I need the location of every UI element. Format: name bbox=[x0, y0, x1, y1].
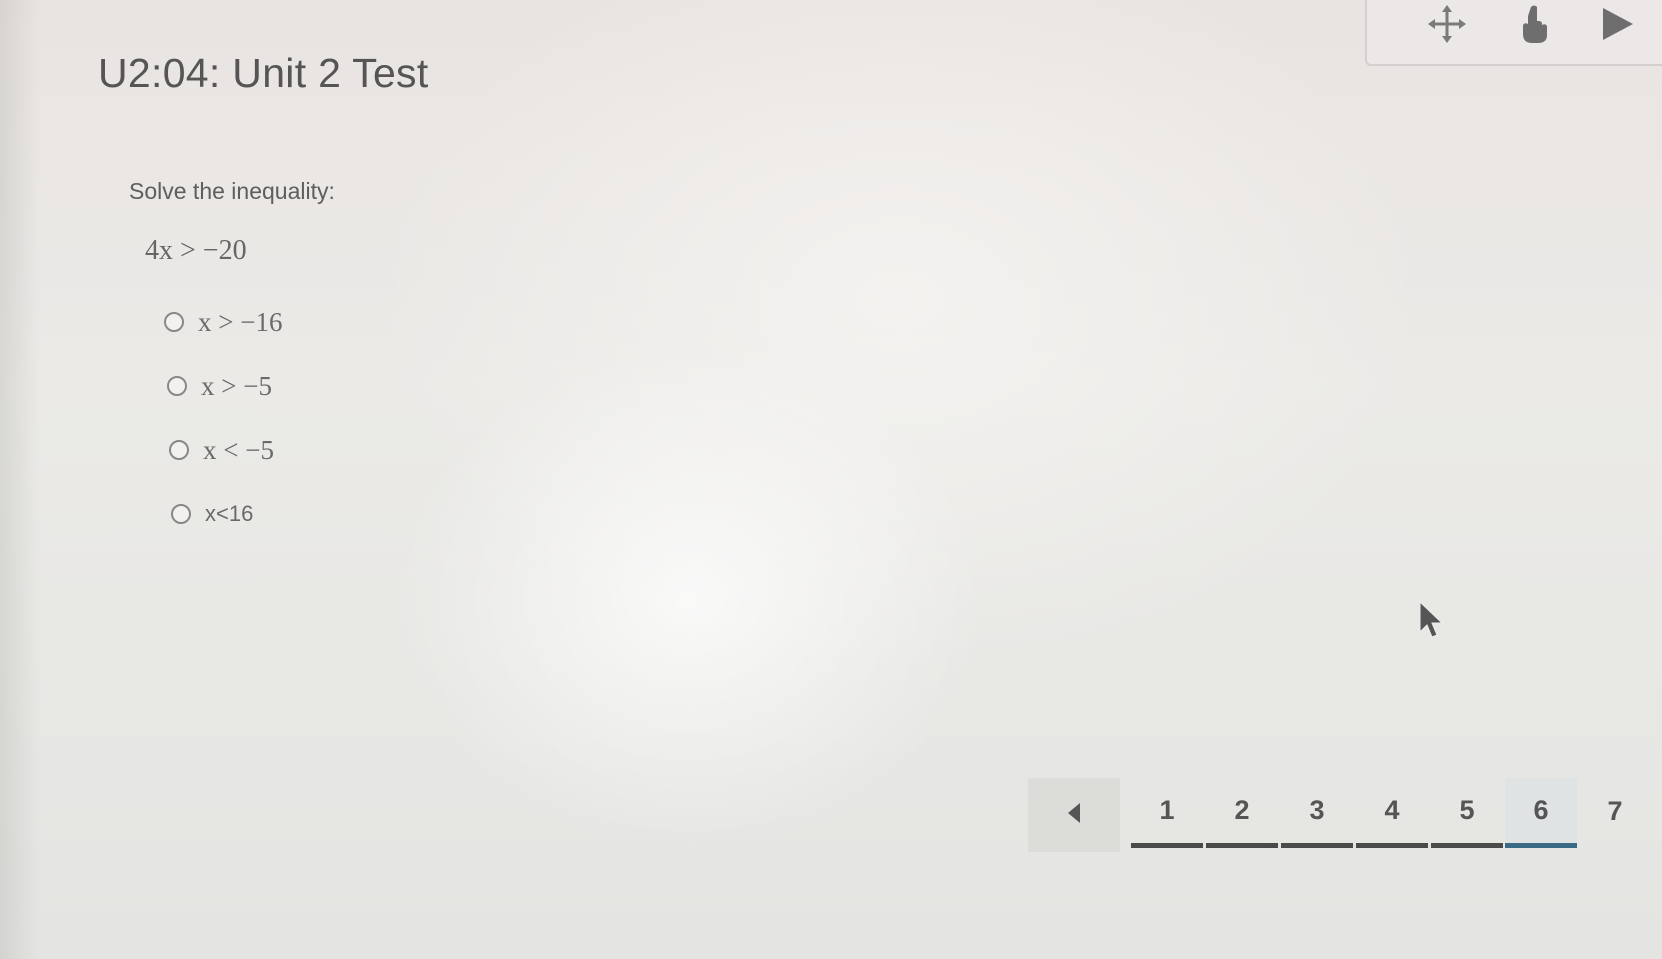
radio-button[interactable] bbox=[171, 504, 191, 524]
hand-pointer-icon bbox=[1517, 3, 1553, 45]
toolbar bbox=[1365, 0, 1662, 66]
radio-button[interactable] bbox=[164, 312, 184, 332]
question-expression: 4x > −20 bbox=[145, 235, 247, 266]
previous-page-button[interactable] bbox=[1028, 778, 1120, 852]
chevron-left-icon bbox=[1064, 801, 1084, 830]
answer-option-label: x<16 bbox=[205, 501, 254, 526]
play-icon bbox=[1597, 4, 1637, 44]
answer-option-label: x < −5 bbox=[203, 434, 274, 465]
page-button-3[interactable]: 3 bbox=[1281, 778, 1353, 848]
answer-option-3[interactable]: x < −5 bbox=[169, 433, 274, 467]
radio-button[interactable] bbox=[169, 440, 189, 460]
page-button-7[interactable]: 7 bbox=[1579, 778, 1651, 844]
radio-button[interactable] bbox=[167, 376, 187, 396]
hand-pointer-tool-button[interactable] bbox=[1511, 2, 1559, 46]
page-button-2[interactable]: 2 bbox=[1206, 778, 1278, 848]
page-button-4[interactable]: 4 bbox=[1356, 778, 1428, 848]
move-icon bbox=[1427, 4, 1467, 44]
answer-option-label: x > −16 bbox=[198, 306, 283, 337]
answer-option-4[interactable]: x<16 bbox=[171, 497, 253, 531]
question-prompt: Solve the inequality: bbox=[129, 178, 335, 204]
move-tool-button[interactable] bbox=[1423, 2, 1471, 46]
page-button-1[interactable]: 1 bbox=[1131, 778, 1203, 848]
mouse-pointer-icon bbox=[1418, 600, 1446, 645]
answer-option-1[interactable]: x > −16 bbox=[164, 305, 282, 339]
page-button-5[interactable]: 5 bbox=[1431, 778, 1503, 848]
answer-option-2[interactable]: x > −5 bbox=[167, 369, 272, 403]
page-title: U2:04: Unit 2 Test bbox=[98, 50, 429, 96]
play-button[interactable] bbox=[1593, 2, 1641, 46]
answer-option-label: x > −5 bbox=[201, 370, 272, 401]
page-button-6[interactable]: 6 bbox=[1505, 778, 1577, 848]
left-shade bbox=[0, 0, 40, 959]
question-pagination: 1 2 3 4 5 6 7 bbox=[1028, 778, 1648, 854]
